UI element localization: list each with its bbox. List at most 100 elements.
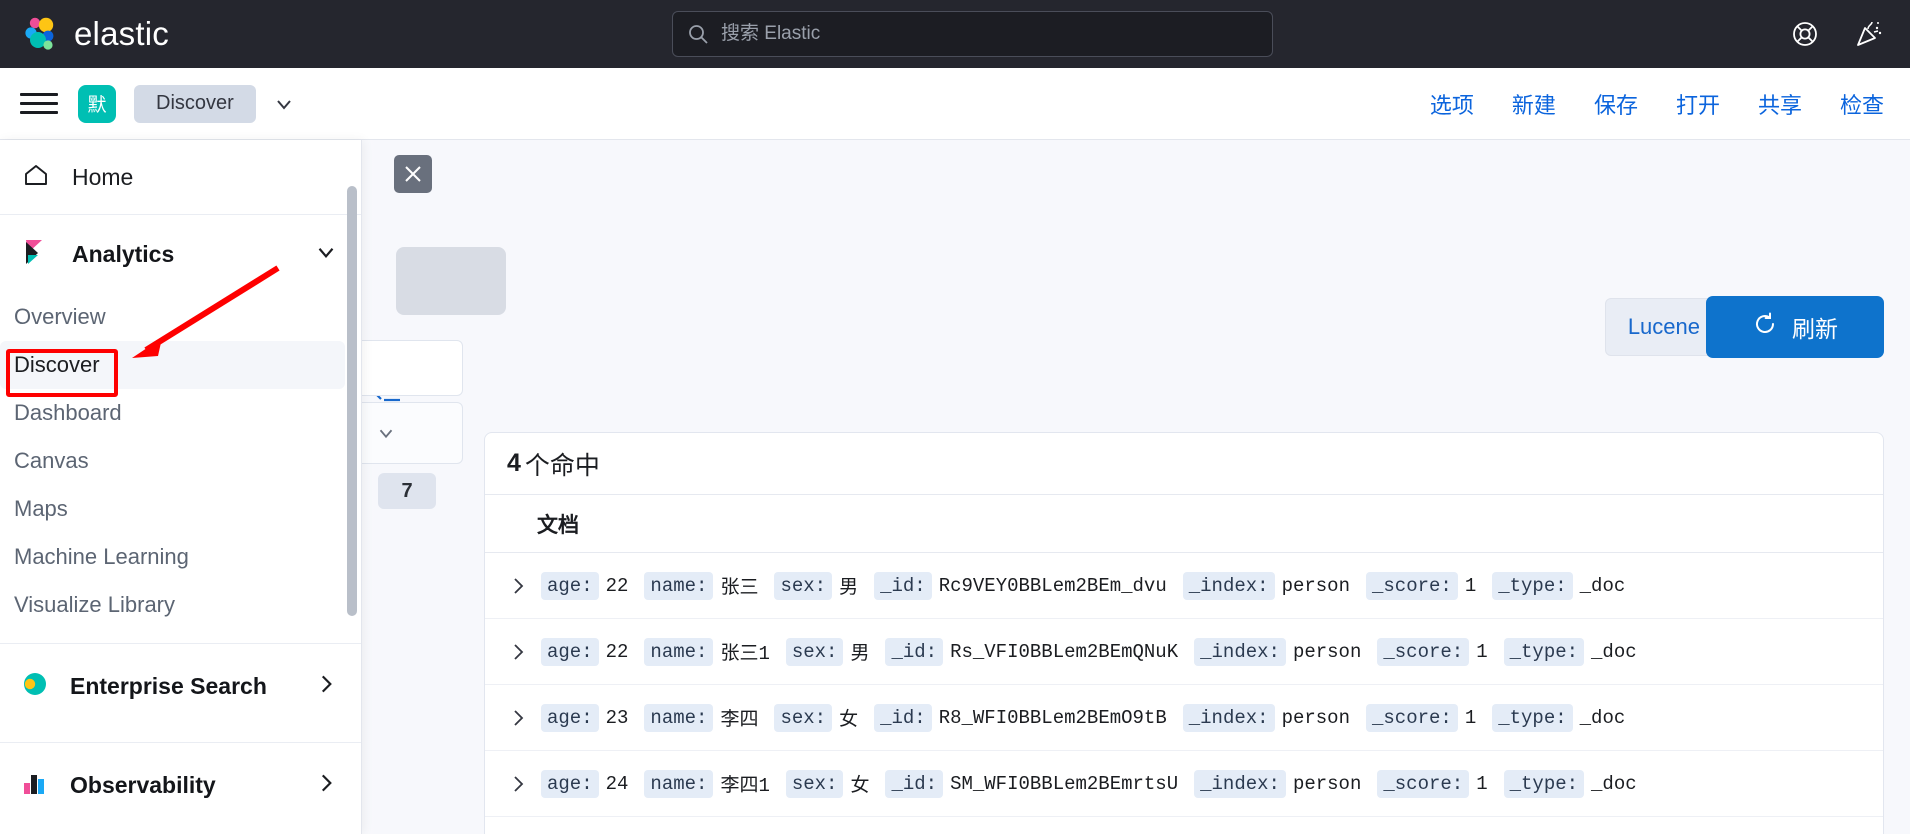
celebration-icon[interactable] bbox=[1854, 19, 1884, 49]
expand-row-icon[interactable] bbox=[501, 708, 535, 728]
expand-row-icon[interactable] bbox=[501, 642, 535, 662]
field-count-badge: 7 bbox=[378, 473, 436, 509]
observability-icon bbox=[22, 770, 48, 801]
table-row[interactable]: age: 22 name: 张三1 sex: 男 _id: Rs_VFI0BBLem2BEmQ… bbox=[485, 619, 1883, 685]
help-icon[interactable] bbox=[1790, 19, 1820, 49]
nav-link-share[interactable]: 共享 bbox=[1758, 88, 1802, 120]
sidebar-item-maps[interactable]: Maps bbox=[0, 485, 361, 533]
nav-section-analytics[interactable]: Analytics bbox=[0, 215, 361, 293]
hits-summary: 4 个命中 bbox=[485, 433, 1883, 495]
nav-link-new[interactable]: 新建 bbox=[1512, 88, 1556, 120]
breadcrumb[interactable]: Discover bbox=[134, 84, 256, 123]
field-value: 1 bbox=[1476, 640, 1488, 663]
brand-name: elastic bbox=[74, 15, 169, 52]
home-icon bbox=[22, 161, 50, 194]
field-value: 男 bbox=[839, 577, 859, 599]
sidebar-item-label: Dashboard bbox=[14, 400, 122, 425]
app-root: elastic 搜索 Elastic 默 Discover 选项 新建 保存 打… bbox=[0, 0, 1910, 834]
sidebar-item-label: Canvas bbox=[14, 448, 89, 473]
document-fields: age: 22 name: 张三 sex: 男 _id: Rc9VEY0BBLem2BEm_d… bbox=[541, 571, 1641, 600]
field-key: _score: bbox=[1365, 703, 1458, 732]
nav-section-analytics-label: Analytics bbox=[72, 240, 175, 267]
field-key: _index: bbox=[1182, 703, 1275, 732]
elastic-brand[interactable]: elastic bbox=[22, 15, 169, 53]
chevron-down-icon[interactable] bbox=[272, 92, 296, 116]
global-search-bar[interactable] bbox=[672, 11, 1273, 57]
primary-nav-flyout: Home Analytics Overview Discover Dashboard… bbox=[0, 140, 362, 834]
menu-toggle-icon[interactable] bbox=[20, 85, 58, 123]
field-value: person bbox=[1292, 772, 1362, 795]
nav-link-open[interactable]: 打开 bbox=[1676, 88, 1720, 120]
sidebar-item-label: Discover bbox=[14, 352, 100, 377]
table-row[interactable]: age: 24 name: 李四1 sex: 女 _id: SM_WFI0BBLem2BEmr… bbox=[485, 751, 1883, 817]
nav-analytics-items: Overview Discover Dashboard Canvas Maps Machi… bbox=[0, 293, 361, 629]
field-value: person bbox=[1281, 574, 1350, 597]
chevron-right-icon[interactable] bbox=[313, 671, 339, 702]
kibana-analytics-icon bbox=[22, 238, 50, 271]
chevron-down-icon bbox=[379, 429, 392, 439]
field-key: _index: bbox=[1194, 637, 1286, 666]
sidebar-item-label: Overview bbox=[14, 304, 106, 329]
field-value: 李四 bbox=[720, 709, 759, 731]
nav-item-observability-label: Observability bbox=[70, 771, 216, 798]
sidebar-item-canvas[interactable]: Canvas bbox=[0, 437, 361, 485]
sidebar-item-visualize-library[interactable]: Visualize Library bbox=[0, 581, 361, 629]
field-key: _id: bbox=[874, 571, 932, 600]
nav-link-inspect[interactable]: 检查 bbox=[1840, 88, 1884, 120]
nav-link-options[interactable]: 选项 bbox=[1430, 88, 1474, 120]
field-value: _doc bbox=[1579, 706, 1626, 729]
document-fields: age: 23 name: 李四 sex: 女 _id: R8_WFI0BBLem2BEmO9… bbox=[541, 703, 1641, 732]
sidebar-item-dashboard[interactable]: Dashboard bbox=[0, 389, 361, 437]
refresh-icon bbox=[1752, 311, 1778, 343]
field-value: 张三 bbox=[720, 577, 759, 599]
field-key: age: bbox=[541, 769, 599, 798]
field-value: _doc bbox=[1591, 772, 1637, 795]
field-value: _doc bbox=[1591, 640, 1637, 663]
expand-row-icon[interactable] bbox=[501, 774, 535, 794]
space-avatar[interactable]: 默 bbox=[78, 84, 116, 123]
documents-table: age: 22 name: 张三 sex: 男 _id: Rc9VEY0BBLem2BEm_d… bbox=[485, 553, 1883, 817]
documents-column-header: 文档 bbox=[485, 495, 1883, 553]
field-key: _score: bbox=[1377, 637, 1470, 666]
sidebar-item-label: Machine Learning bbox=[14, 544, 189, 569]
elastic-logo-icon bbox=[22, 15, 60, 53]
field-value: 24 bbox=[605, 772, 629, 795]
field-value: SM_WFI0BBLem2BEmrtsU bbox=[950, 772, 1179, 795]
chevron-down-icon[interactable] bbox=[313, 239, 339, 270]
field-value: 1 bbox=[1464, 706, 1477, 729]
sidebar-item-discover[interactable]: Discover bbox=[0, 341, 345, 389]
table-row[interactable]: age: 22 name: 张三 sex: 男 _id: Rc9VEY0BBLem2BEm_d… bbox=[485, 553, 1883, 619]
field-value: 22 bbox=[605, 574, 629, 597]
chevron-right-icon[interactable] bbox=[313, 770, 339, 801]
field-value: 张三1 bbox=[720, 643, 770, 665]
table-row[interactable]: age: 23 name: 李四 sex: 女 _id: R8_WFI0BBLem2BEmO9… bbox=[485, 685, 1883, 751]
field-value: 女 bbox=[839, 709, 859, 731]
field-key: sex: bbox=[785, 637, 844, 666]
field-key: name: bbox=[644, 637, 714, 666]
field-value: Rc9VEY0BBLem2BEm_dvu bbox=[938, 574, 1167, 597]
field-key: _type: bbox=[1492, 571, 1573, 600]
hits-suffix: 个命中 bbox=[524, 451, 600, 480]
field-value: 李四1 bbox=[720, 775, 770, 797]
sidebar-item-label: Maps bbox=[14, 496, 68, 521]
field-key: _score: bbox=[1365, 571, 1458, 600]
sidebar-item-machine-learning[interactable]: Machine Learning bbox=[0, 533, 361, 581]
close-flyout-button[interactable] bbox=[394, 155, 432, 193]
field-key: age: bbox=[541, 571, 599, 600]
search-input[interactable] bbox=[721, 23, 1258, 45]
field-key: name: bbox=[644, 703, 714, 732]
field-key: name: bbox=[644, 769, 714, 798]
field-key: _type: bbox=[1492, 703, 1573, 732]
sidebar-item-overview[interactable]: Overview bbox=[0, 293, 361, 341]
nav-item-enterprise-search[interactable]: Enterprise Search bbox=[0, 644, 361, 728]
nav-link-save[interactable]: 保存 bbox=[1594, 88, 1638, 120]
refresh-button[interactable]: 刷新 bbox=[1706, 296, 1884, 358]
nav-item-home-label: Home bbox=[72, 163, 134, 190]
expand-row-icon[interactable] bbox=[501, 576, 535, 596]
field-key: sex: bbox=[785, 769, 844, 798]
global-header: elastic bbox=[0, 0, 1910, 68]
field-key: age: bbox=[541, 637, 599, 666]
nav-item-home[interactable]: Home bbox=[0, 140, 361, 215]
nav-item-observability[interactable]: Observability bbox=[0, 743, 361, 827]
flyout-scrollbar[interactable] bbox=[347, 186, 357, 616]
